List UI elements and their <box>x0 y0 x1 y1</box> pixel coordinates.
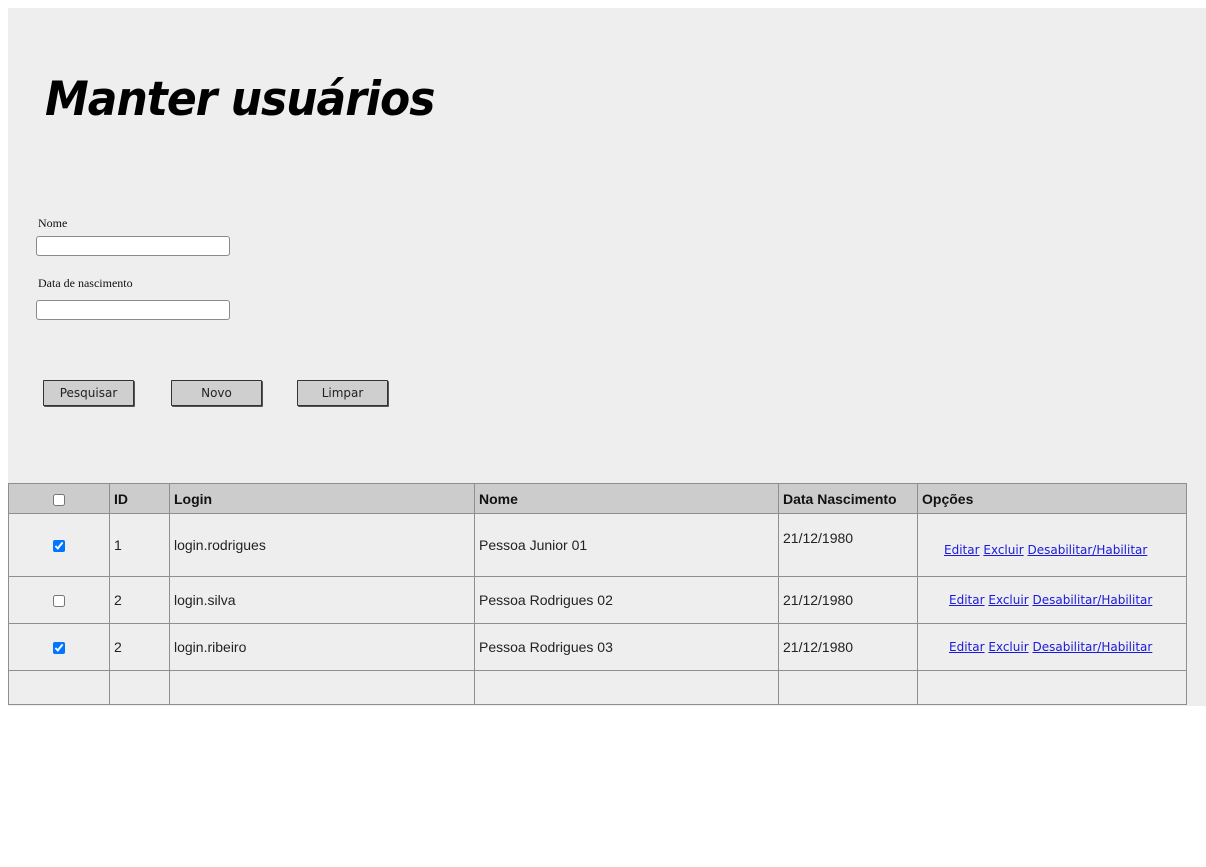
cell-opcoes: Editar Excluir Desabilitar/Habilitar <box>917 576 1187 624</box>
excluir-link[interactable]: Excluir <box>983 543 1023 557</box>
data-nascimento-label: Data de nascimento <box>38 276 133 290</box>
cell-id: 2 <box>109 576 170 624</box>
column-header-data-nascimento: Data Nascimento <box>778 483 918 514</box>
table-header-row: ID Login Nome Data Nascimento Opções <box>8 483 1187 514</box>
table-row: 2 login.silva Pessoa Rodrigues 02 21/12/… <box>8 576 1187 624</box>
cell-login: login.rodrigues <box>169 513 475 577</box>
pesquisar-button[interactable]: Pesquisar <box>43 380 134 406</box>
cell-nome: Pessoa Junior 01 <box>474 513 779 577</box>
cell-login: login.ribeiro <box>169 623 475 671</box>
column-header-nome: Nome <box>474 483 779 514</box>
nome-label: Nome <box>38 216 68 230</box>
editar-link[interactable]: Editar <box>944 543 980 557</box>
cell-id: 2 <box>109 623 170 671</box>
cell-opcoes: Editar Excluir Desabilitar/Habilitar <box>917 623 1187 671</box>
editar-link[interactable]: Editar <box>949 640 985 654</box>
row-checkbox[interactable] <box>53 540 65 553</box>
header-select-cell <box>8 483 110 514</box>
excluir-link[interactable]: Excluir <box>988 593 1028 607</box>
row-select-cell <box>8 623 110 671</box>
cell-data-nascimento: 21/12/1980 <box>778 513 918 577</box>
nome-input[interactable] <box>36 236 230 256</box>
row-checkbox[interactable] <box>53 595 65 608</box>
column-header-id: ID <box>109 483 170 514</box>
row-checkbox[interactable] <box>53 642 65 655</box>
page-canvas: Manter usuários Nome Data de nascimento … <box>8 8 1206 706</box>
table-row-empty <box>8 670 1187 705</box>
page-title: Manter usuários <box>45 71 435 128</box>
row-select-cell <box>8 576 110 624</box>
editar-link[interactable]: Editar <box>949 593 985 607</box>
desabilitar-habilitar-link[interactable]: Desabilitar/Habilitar <box>1032 593 1152 607</box>
empty-cell <box>109 670 170 705</box>
cell-opcoes: Editar Excluir Desabilitar/Habilitar <box>917 513 1187 577</box>
empty-cell <box>169 670 475 705</box>
empty-cell <box>474 670 779 705</box>
select-all-checkbox[interactable] <box>53 493 65 506</box>
excluir-link[interactable]: Excluir <box>988 640 1028 654</box>
table-row: 2 login.ribeiro Pessoa Rodrigues 03 21/1… <box>8 623 1187 671</box>
cell-data-nascimento: 21/12/1980 <box>778 623 918 671</box>
column-header-login: Login <box>169 483 475 514</box>
cell-data-nascimento: 21/12/1980 <box>778 576 918 624</box>
limpar-button[interactable]: Limpar <box>297 380 388 406</box>
cell-id: 1 <box>109 513 170 577</box>
novo-button[interactable]: Novo <box>171 380 262 406</box>
empty-cell <box>917 670 1187 705</box>
cell-nome: Pessoa Rodrigues 03 <box>474 623 779 671</box>
table-row: 1 login.rodrigues Pessoa Junior 01 21/12… <box>8 513 1187 577</box>
desabilitar-habilitar-link[interactable]: Desabilitar/Habilitar <box>1032 640 1152 654</box>
users-table: ID Login Nome Data Nascimento Opções 1 l… <box>8 483 1187 705</box>
empty-cell <box>8 670 110 705</box>
cell-nome: Pessoa Rodrigues 02 <box>474 576 779 624</box>
empty-cell <box>778 670 918 705</box>
column-header-opcoes: Opções <box>917 483 1187 514</box>
desabilitar-habilitar-link[interactable]: Desabilitar/Habilitar <box>1027 543 1147 557</box>
cell-login: login.silva <box>169 576 475 624</box>
data-nascimento-input[interactable] <box>36 300 230 320</box>
row-select-cell <box>8 513 110 577</box>
